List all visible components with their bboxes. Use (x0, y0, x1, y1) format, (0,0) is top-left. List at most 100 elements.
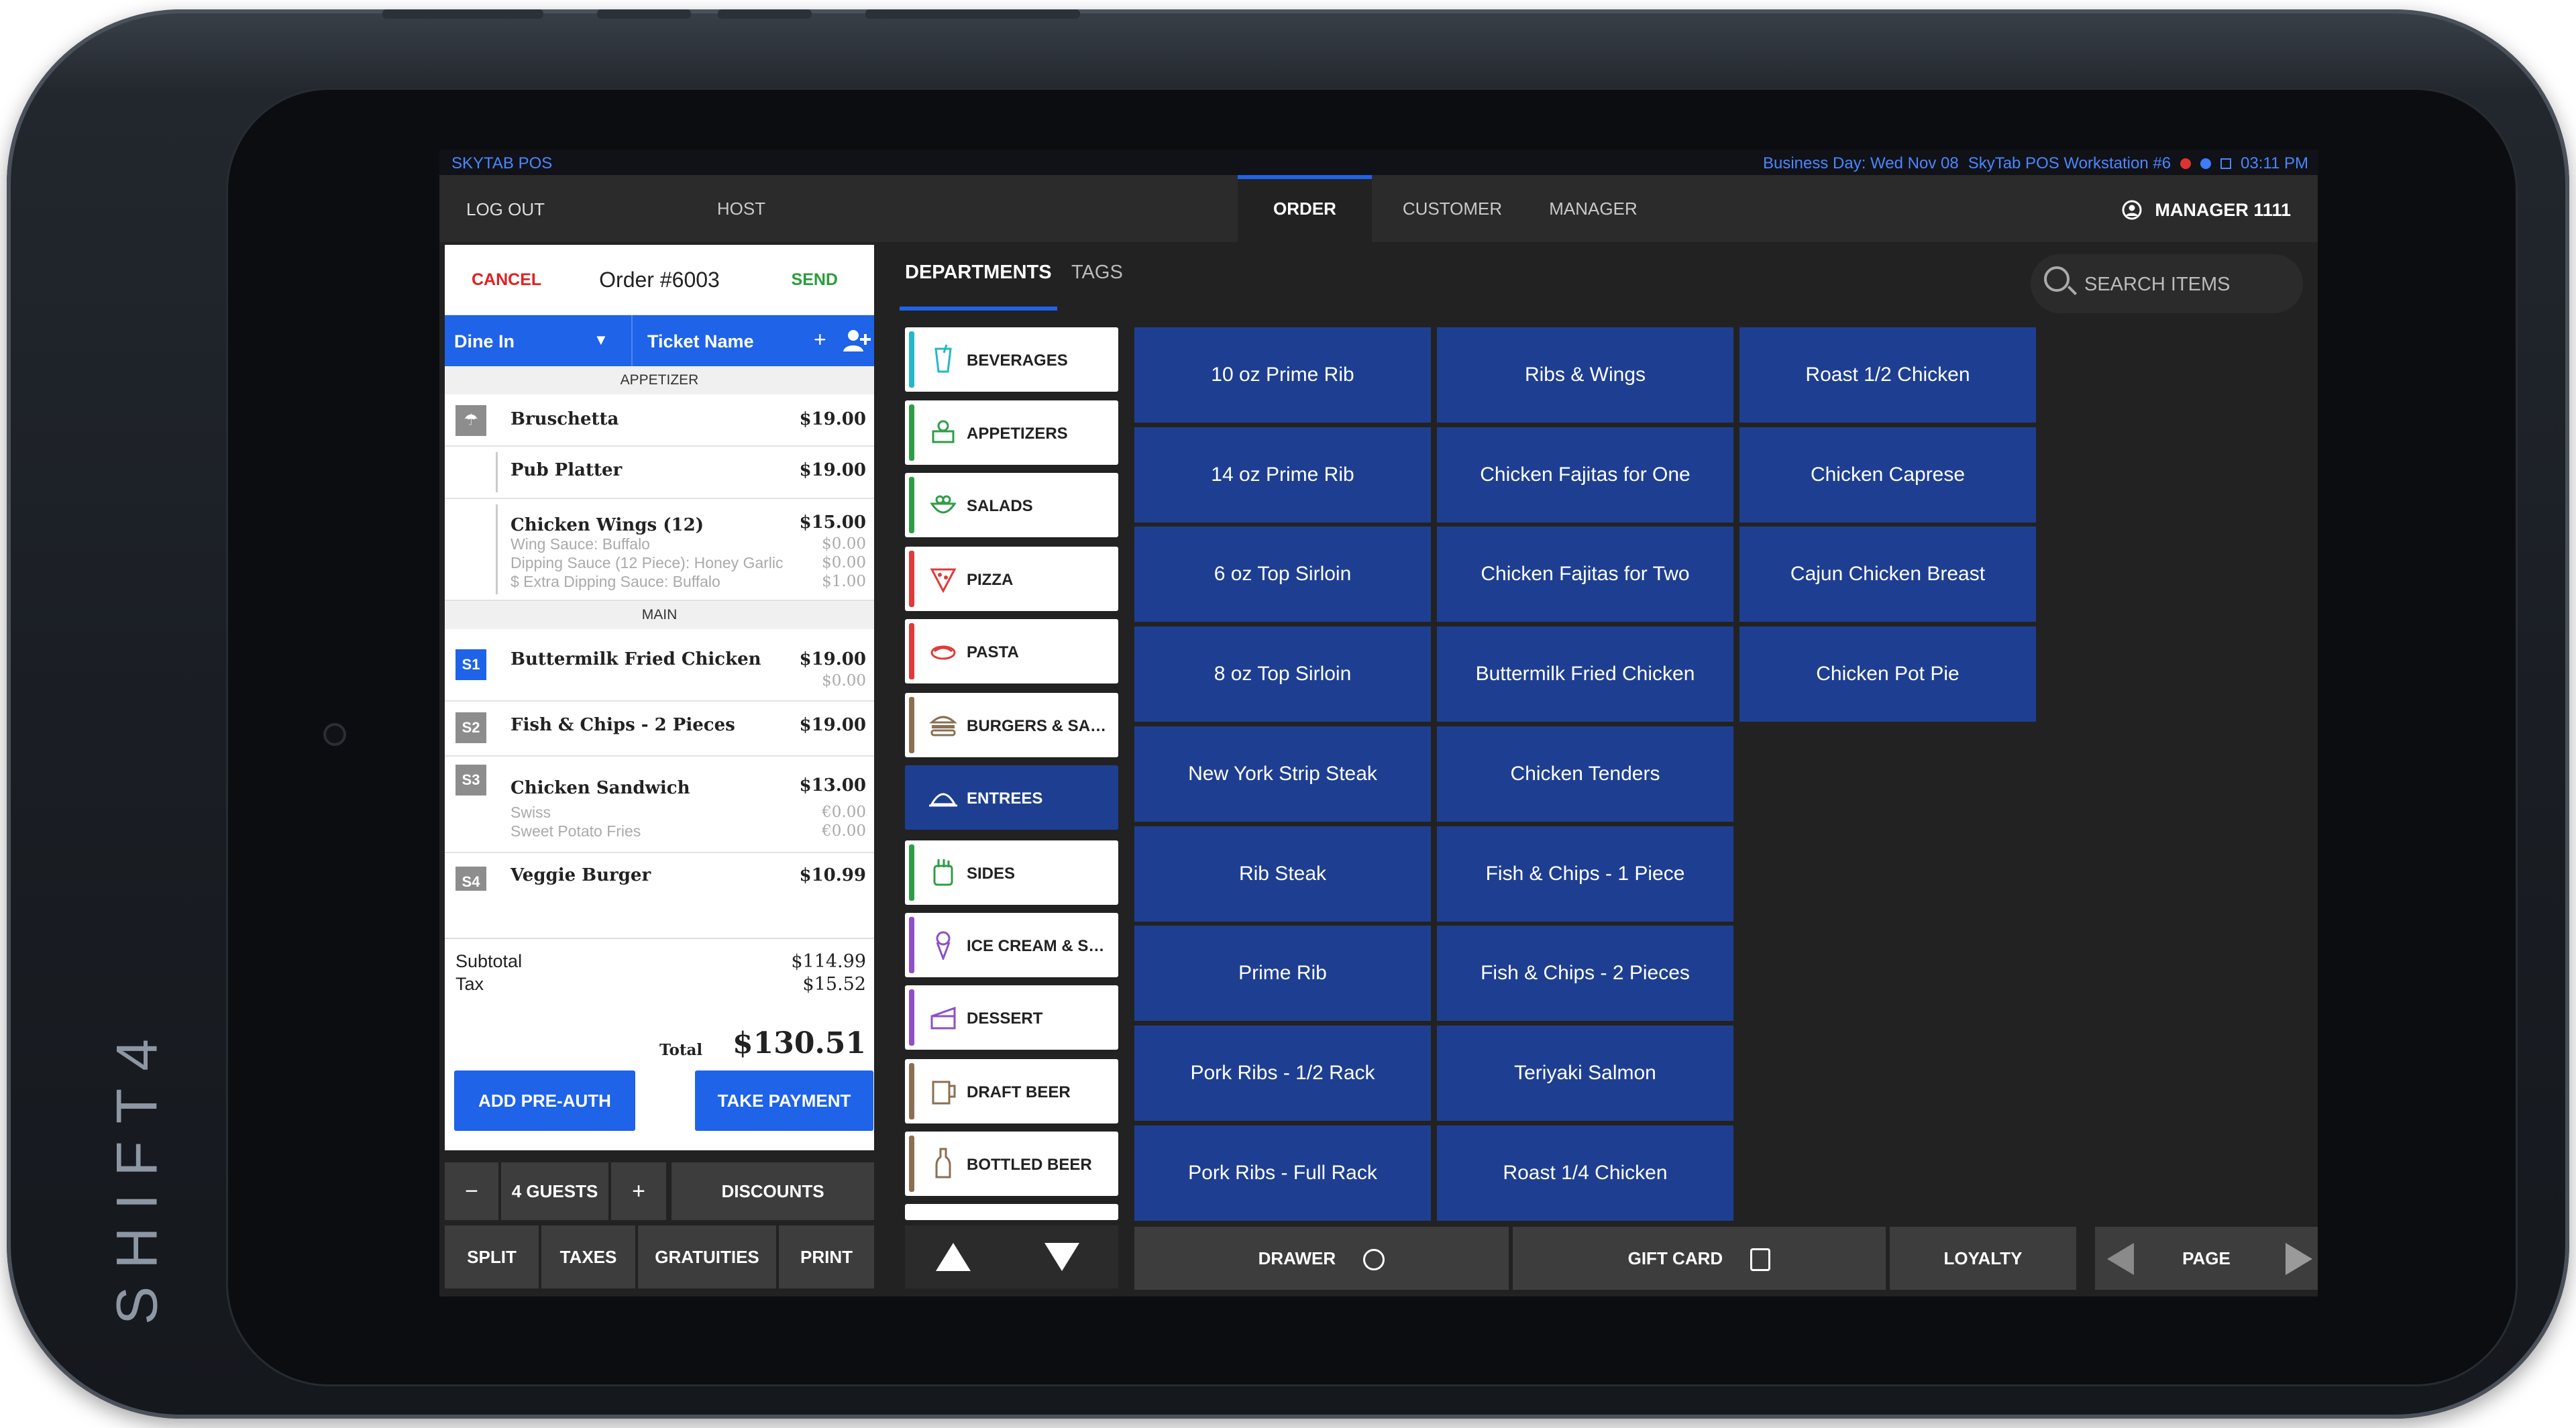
take-payment-button[interactable]: TAKE PAYMENT (695, 1070, 873, 1131)
department-entrees[interactable]: ENTREES (905, 765, 1118, 830)
department-color-stripe (909, 769, 914, 826)
department-bottled-beer[interactable]: BOTTLED BEER (905, 1132, 1118, 1196)
department-pizza[interactable]: PIZZA (905, 547, 1118, 611)
subtotal-label: Subtotal (455, 951, 523, 971)
tab-manager[interactable]: MANAGER (1526, 175, 1660, 242)
modifier-price: €0.00 (822, 822, 866, 840)
cloche-icon (929, 793, 957, 807)
taxes-button[interactable]: TAXES (541, 1225, 635, 1288)
order-item[interactable]: Chicken Wings (12) $15.00 Wing Sauce: Bu… (445, 499, 874, 601)
item-name: Veggie Burger (511, 865, 651, 885)
gratuities-button[interactable]: GRATUITIES (638, 1225, 776, 1288)
department-color-stripe (909, 917, 914, 973)
print-button[interactable]: PRINT (779, 1225, 874, 1288)
app-name: SKYTAB POS (451, 154, 553, 172)
user-name: MANAGER 1111 (2155, 199, 2291, 220)
department-label: SIDES (967, 865, 1016, 883)
item-modifier: Sweet Potato Fries (511, 822, 641, 840)
tab-host[interactable] (896, 175, 1030, 242)
plus-icon[interactable]: + (814, 327, 826, 352)
search-input[interactable]: SEARCH ITEMS (2031, 254, 2303, 313)
tab-customer[interactable]: CUSTOMER (1385, 175, 1519, 242)
menu-item-button[interactable]: Chicken Fajitas for One (1437, 427, 1733, 523)
department-color-stripe (909, 697, 914, 753)
tab-order[interactable]: ORDER (1238, 175, 1372, 246)
department-color-stripe (909, 989, 914, 1046)
department-dessert[interactable]: DESSERT (905, 985, 1118, 1050)
department-appetizers[interactable]: APPETIZERS (905, 400, 1118, 465)
clock: 03:11 PM (2241, 154, 2308, 172)
department-ice-cream-sh[interactable]: ICE CREAM & SH... (905, 913, 1118, 977)
department-pasta[interactable]: PASTA (905, 619, 1118, 683)
user-icon (2122, 200, 2142, 220)
page-prev-icon[interactable] (2106, 1242, 2135, 1276)
loyalty-button[interactable]: LOYALTY (1890, 1227, 2076, 1290)
menu-item-button[interactable]: Rib Steak (1134, 826, 1431, 922)
ticket-name-field[interactable]: Ticket Name + (631, 315, 875, 366)
menu-item-button[interactable]: New York Strip Steak (1134, 726, 1431, 822)
menu-item-button[interactable]: Pork Ribs - Full Rack (1134, 1125, 1431, 1221)
menu-item-button[interactable]: Fish & Chips - 1 Piece (1437, 826, 1733, 922)
menu-item-button[interactable]: 6 oz Top Sirloin (1134, 527, 1431, 622)
menu-item-button[interactable]: Chicken Tenders (1437, 726, 1733, 822)
menu-item-button[interactable]: Buttermilk Fried Chicken (1437, 626, 1733, 722)
department-label: SALADS (967, 497, 1033, 515)
menu-item-button[interactable]: Fish & Chips - 2 Pieces (1437, 926, 1733, 1021)
menu-item-button[interactable]: 10 oz Prime Rib (1134, 327, 1431, 423)
increase-guests-button[interactable]: + (611, 1162, 666, 1220)
send-button[interactable]: SEND (792, 270, 838, 290)
scroll-down-icon[interactable] (1043, 1242, 1081, 1272)
tab-departments[interactable]: DEPARTMENTS (900, 242, 1057, 311)
department-beverages[interactable]: BEVERAGES (905, 327, 1118, 392)
item-name: Chicken Wings (12) (511, 515, 704, 535)
tab-tags[interactable]: TAGS (1071, 242, 1123, 307)
department-burgers-sal[interactable]: BURGERS & SAL... (905, 693, 1118, 757)
tab-host[interactable]: HOST (674, 175, 808, 242)
add-preauth-button[interactable]: ADD PRE-AUTH (454, 1070, 635, 1131)
pos-screen: SKYTAB POS Business Day: Wed Nov 08 SkyT… (439, 150, 2318, 1297)
menu-item-button[interactable]: Chicken Caprese (1739, 427, 2036, 523)
printer-icon (2220, 158, 2232, 169)
order-type-select[interactable]: Dine In (454, 331, 515, 352)
caret-down-icon[interactable]: ▼ (594, 331, 608, 349)
page-next-icon[interactable] (2284, 1242, 2314, 1276)
order-item[interactable]: S3 Chicken Sandwich $13.00 Swiss €0.00 S… (445, 757, 874, 853)
page-label: PAGE (2182, 1248, 2231, 1268)
order-item[interactable]: ☂ Bruschetta $19.00 (445, 394, 874, 447)
order-item[interactable]: S1 Buttermilk Fried Chicken $19.00 $0.00 (445, 629, 874, 702)
department-color-stripe (909, 404, 914, 461)
add-customer-icon[interactable] (842, 327, 871, 354)
modifier-price: $0.00 (822, 672, 866, 690)
department-sides[interactable]: SIDES (905, 840, 1118, 905)
menu-item-button[interactable]: Roast 1/4 Chicken (1437, 1125, 1733, 1221)
menu-item-button[interactable]: Prime Rib (1134, 926, 1431, 1021)
gift-card-icon (1750, 1248, 1771, 1272)
department-draft-beer[interactable]: DRAFT BEER (905, 1059, 1118, 1123)
menu-item-button[interactable]: Roast 1/2 Chicken (1739, 327, 2036, 423)
decrease-guests-button[interactable]: − (445, 1162, 498, 1220)
drawer-label: DRAWER (1258, 1248, 1336, 1268)
menu-item-button[interactable]: Ribs & Wings (1437, 327, 1733, 423)
gift-card-button[interactable]: GIFT CARD (1513, 1227, 1886, 1290)
user-menu[interactable]: MANAGER 1111 (2121, 199, 2291, 221)
burger-icon (929, 716, 957, 736)
drawer-button[interactable]: DRAWER (1134, 1227, 1509, 1290)
menu-item-button[interactable]: 14 oz Prime Rib (1134, 427, 1431, 523)
order-item[interactable]: S4 Veggie Burger $10.99 (445, 853, 874, 891)
menu-item-button[interactable]: Chicken Fajitas for Two (1437, 527, 1733, 622)
order-item[interactable]: S2 Fish & Chips - 2 Pieces $19.00 (445, 702, 874, 757)
menu-item-button[interactable]: Teriyaki Salmon (1437, 1026, 1733, 1121)
menu-item-button[interactable]: Pork Ribs - 1/2 Rack (1134, 1026, 1431, 1121)
split-button[interactable]: SPLIT (445, 1225, 539, 1288)
sides-icon (933, 859, 953, 886)
menu-item-button[interactable]: 8 oz Top Sirloin (1134, 626, 1431, 722)
menu-item-button[interactable]: Cajun Chicken Breast (1739, 527, 2036, 622)
order-item[interactable]: Pub Platter $19.00 (445, 447, 874, 499)
scroll-up-icon[interactable] (934, 1242, 972, 1272)
department-color-stripe (909, 1136, 914, 1192)
discounts-button[interactable]: DISCOUNTS (672, 1162, 874, 1220)
department-salads[interactable]: SALADS (905, 473, 1118, 537)
modifier-price: €0.00 (822, 804, 866, 821)
menu-item-button[interactable]: Chicken Pot Pie (1739, 626, 2036, 722)
logout-button[interactable]: LOG OUT (466, 199, 545, 220)
